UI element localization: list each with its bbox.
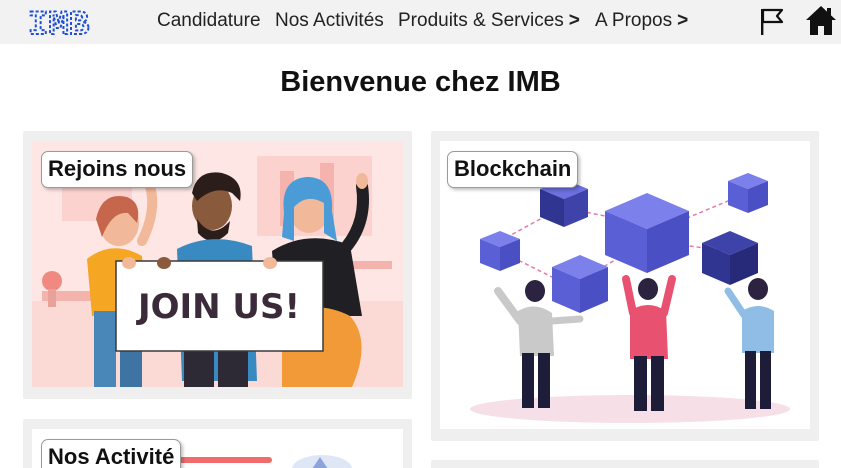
card-4[interactable] (431, 460, 819, 468)
chevron-right-icon: > (677, 10, 689, 31)
nav-nos-activites[interactable]: Nos Activités (275, 10, 384, 32)
home-icon[interactable] (805, 4, 837, 36)
nav-label: Candidature (157, 10, 261, 31)
join-us-sign-text: JOIN US! (136, 287, 300, 327)
imb-logo[interactable]: IMB (26, 6, 106, 38)
card-blockchain[interactable]: Blockchain (431, 131, 819, 441)
nav-a-propos[interactable]: A Propos > (595, 10, 688, 32)
nav-produits-services[interactable]: Produits & Services > (398, 10, 580, 32)
chevron-right-icon: > (568, 10, 580, 31)
card-label-rejoins-nous[interactable]: Rejoins nous (41, 151, 194, 188)
card-label-blockchain[interactable]: Blockchain (447, 151, 579, 188)
nav-candidature[interactable]: Candidature (157, 10, 261, 32)
card-nos-activite[interactable]: Nos Activité (23, 419, 412, 468)
nav-label: Nos Activités (275, 10, 384, 31)
logo-text: IMB (28, 7, 89, 38)
flag-icon[interactable] (758, 6, 786, 36)
nav-label: Produits & Services (398, 10, 564, 31)
card-label-nos-activite[interactable]: Nos Activité (41, 439, 182, 468)
nav-label: A Propos (595, 10, 673, 31)
top-navbar: IMB Candidature Nos Activités Produits &… (0, 0, 841, 44)
page-title: Bienvenue chez IMB (280, 66, 561, 98)
card-rejoins-nous[interactable]: JOIN US! Rejoins nous (23, 131, 412, 399)
